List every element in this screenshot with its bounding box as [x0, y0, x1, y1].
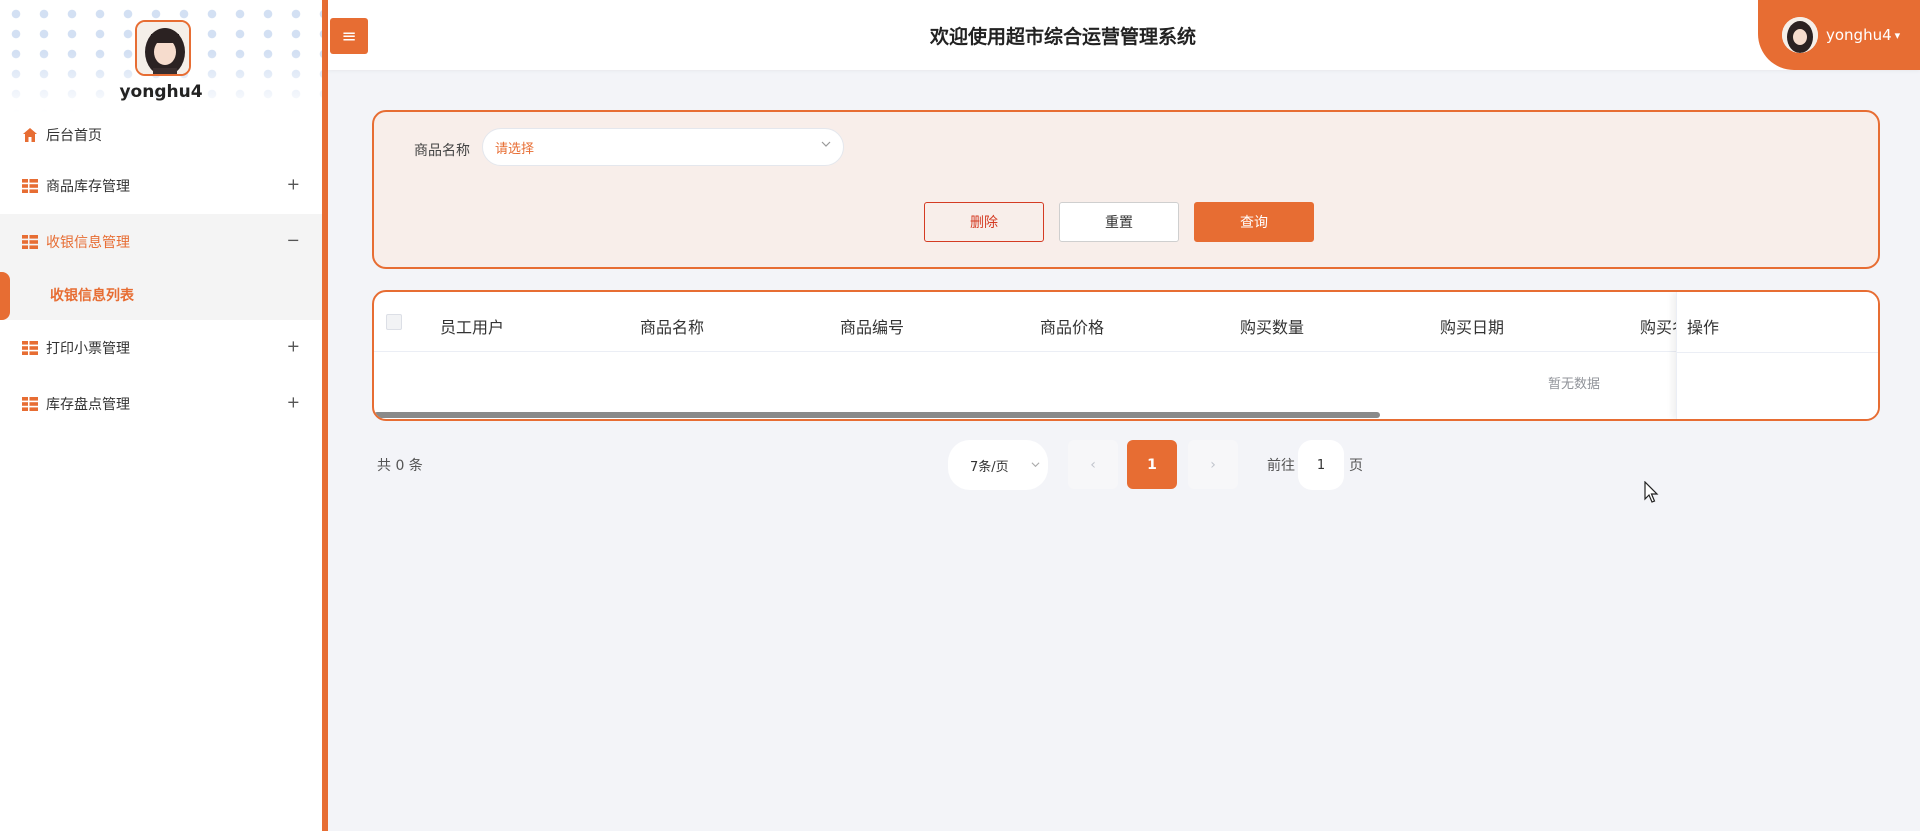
collapse-icon[interactable]: −	[287, 231, 300, 250]
select-all-checkbox[interactable]	[386, 314, 402, 330]
home-icon	[22, 127, 38, 143]
avatar	[1782, 17, 1818, 53]
page-size-select[interactable]: 7条/页	[948, 440, 1048, 490]
divider	[1677, 352, 1878, 353]
sidebar-item-label: 打印小票管理	[46, 341, 130, 357]
sidebar-menu: 后台首页 商品库存管理 + 收银信息管理 − 收银信息列表 打印小票管理 + 库…	[0, 112, 322, 432]
column-header[interactable]: 员工用户	[440, 314, 504, 338]
column-header[interactable]: 商品编号	[840, 314, 904, 338]
sidebar-item-label: 商品库存管理	[46, 179, 130, 195]
expand-icon[interactable]: +	[287, 393, 300, 412]
mouse-cursor-icon	[1644, 481, 1659, 503]
product-name-label: 商品名称	[414, 143, 470, 159]
horizontal-scrollbar[interactable]	[374, 412, 1380, 418]
pagination-total: 共 0 条	[377, 458, 423, 474]
grid-icon	[22, 235, 38, 249]
top-header: ≡ 欢迎使用超市综合运营管理系统 yonghu4 ▾	[328, 0, 1920, 70]
prev-page-button[interactable]: ‹	[1068, 440, 1118, 489]
goto-page-input[interactable]: 1	[1298, 440, 1344, 490]
sidebar: yonghu4 后台首页 商品库存管理 + 收银信息管理 − 收银信息列表 打印…	[0, 0, 328, 831]
search-panel: 商品名称 请选择 删除 重置 查询	[372, 110, 1880, 269]
goto-suffix: 页	[1349, 458, 1363, 474]
grid-icon	[22, 397, 38, 411]
avatar[interactable]	[135, 20, 191, 76]
sidebar-subitem-cashier-list[interactable]: 收银信息列表	[0, 270, 322, 320]
reset-button[interactable]: 重置	[1059, 202, 1179, 242]
active-indicator	[0, 272, 10, 320]
column-header[interactable]: 商品价格	[1040, 314, 1104, 338]
sidebar-item-cashier[interactable]: 收银信息管理 −	[0, 214, 322, 270]
chevron-down-icon	[821, 141, 831, 147]
expand-icon[interactable]: +	[287, 175, 300, 194]
page-number-current[interactable]: 1	[1127, 440, 1177, 489]
query-button[interactable]: 查询	[1194, 202, 1314, 242]
expand-icon[interactable]: +	[287, 337, 300, 356]
sidebar-subitem-label: 收银信息列表	[50, 288, 134, 304]
action-column: 操作	[1676, 292, 1878, 419]
sidebar-item-label: 库存盘点管理	[46, 397, 130, 413]
column-header[interactable]: 购买数量	[1240, 314, 1304, 338]
data-table: 员工用户 商品名称 商品编号 商品价格 购买数量 购买日期 购买名 暂无数据 操…	[372, 290, 1880, 421]
next-page-button[interactable]: ›	[1188, 440, 1238, 489]
column-header[interactable]: 购买日期	[1440, 314, 1504, 338]
sidebar-item-label: 后台首页	[46, 128, 102, 144]
product-name-select[interactable]: 请选择	[482, 128, 844, 166]
select-placeholder: 请选择	[495, 141, 535, 157]
grid-icon	[22, 341, 38, 355]
user-menu[interactable]: yonghu4 ▾	[1758, 0, 1920, 70]
delete-button[interactable]: 删除	[924, 202, 1044, 242]
table-header: 员工用户 商品名称 商品编号 商品价格 购买数量 购买日期 购买名	[374, 292, 1878, 352]
empty-state: 暂无数据	[1547, 377, 1600, 392]
sidebar-username: yonghu4	[119, 82, 203, 102]
grid-icon	[22, 179, 38, 193]
sidebar-item-inventory[interactable]: 商品库存管理 +	[0, 158, 322, 214]
chevron-down-icon	[1031, 462, 1040, 468]
chevron-down-icon: ▾	[1894, 28, 1901, 42]
sidebar-item-label: 收银信息管理	[46, 235, 130, 251]
sidebar-item-stocktake[interactable]: 库存盘点管理 +	[0, 376, 322, 432]
column-header[interactable]: 商品名称	[640, 314, 704, 338]
goto-label: 前往	[1267, 458, 1295, 474]
avatar-image	[137, 22, 189, 74]
sidebar-item-receipt[interactable]: 打印小票管理 +	[0, 320, 322, 376]
page-title: 欢迎使用超市综合运营管理系统	[929, 26, 1196, 48]
page-size-value: 7条/页	[970, 459, 1009, 475]
column-header-actions: 操作	[1687, 318, 1720, 337]
sidebar-item-home[interactable]: 后台首页	[0, 112, 322, 158]
user-name: yonghu4	[1826, 26, 1892, 44]
